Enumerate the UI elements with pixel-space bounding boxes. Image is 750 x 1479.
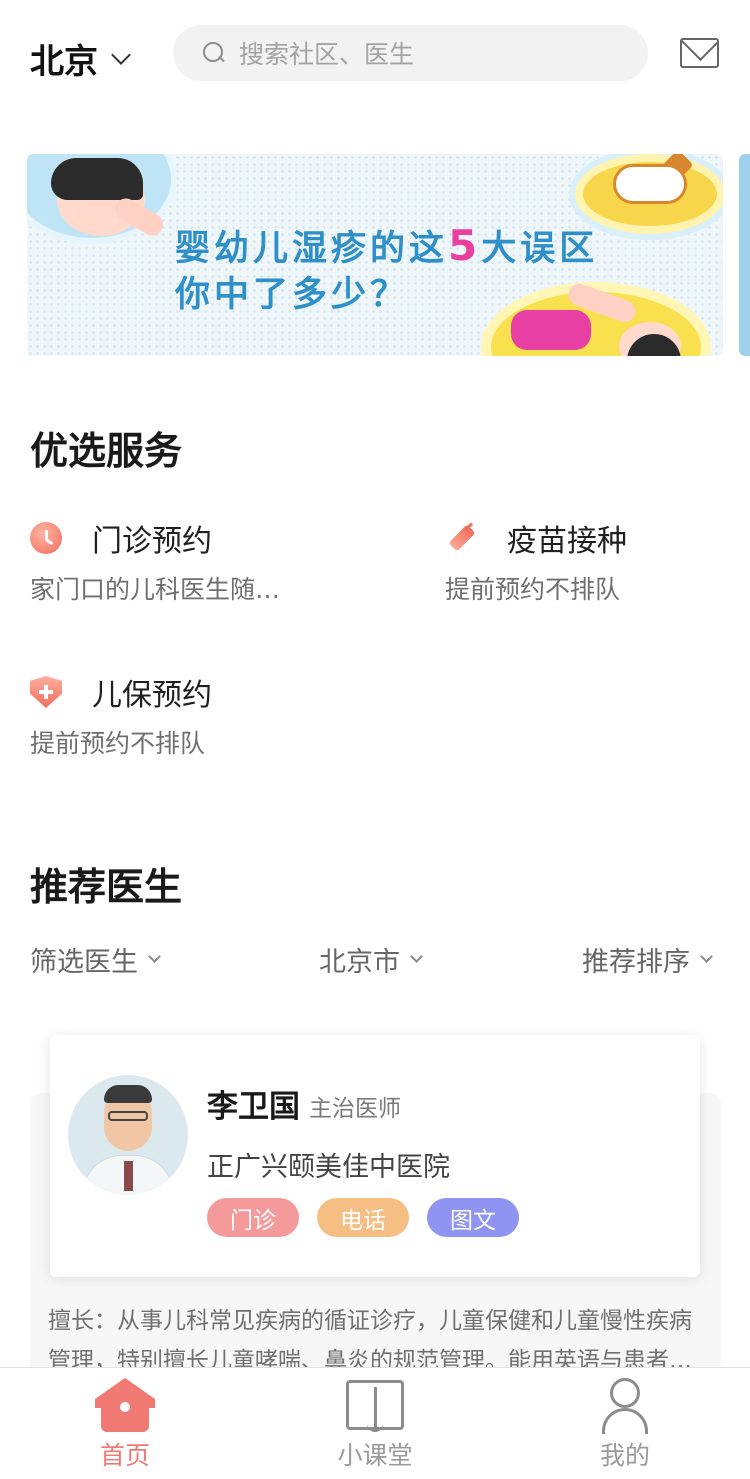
chevron-down-icon (148, 950, 161, 963)
book-icon (346, 1380, 404, 1432)
tab-label: 小课堂 (337, 1441, 413, 1470)
doctor-card[interactable]: 李卫国 主治医师 正广兴颐美佳中医院 门诊 电话 图文 (50, 1035, 700, 1277)
filter-label: 推荐排序 (582, 947, 690, 978)
home-icon (95, 1378, 155, 1432)
tab-profile[interactable]: 我的 (500, 1368, 750, 1479)
section-title-services: 优选服务 (30, 429, 183, 473)
sort-dropdown[interactable]: 推荐排序 (582, 940, 713, 979)
tag-outpatient[interactable]: 门诊 (207, 1198, 299, 1237)
shield-plus-icon (30, 676, 62, 708)
banner-subheadline: 你中了多少？ (175, 275, 410, 315)
service-desc: 提前预约不排队 (445, 575, 621, 604)
chevron-down-icon (700, 950, 713, 963)
section-title-doctors: 推荐医生 (30, 865, 183, 909)
filter-label: 北京市 (319, 947, 400, 978)
doctor-hospital: 正广兴颐美佳中医院 (207, 1152, 450, 1183)
service-name: 儿保预约 (92, 678, 212, 713)
service-desc: 提前预约不排队 (30, 729, 206, 758)
tag-text-consult[interactable]: 图文 (427, 1198, 519, 1237)
doctor-avatar (68, 1075, 188, 1195)
service-child-health-appointment[interactable]: 儿保预约 提前预约不排队 (30, 670, 390, 770)
user-body (602, 1408, 648, 1434)
baby-illustration (511, 310, 591, 350)
doctor-name: 李卫国 (207, 1089, 300, 1125)
tab-home[interactable]: 首页 (0, 1368, 250, 1479)
filter-region-dropdown[interactable]: 北京市 (319, 940, 423, 979)
banner-headline-part: 大误区 (481, 229, 599, 269)
doctor-specialty: 擅长：从事儿科常见疾病的循证诊疗，儿童保健和儿童慢性疾病管理，特别擅长儿童哮喘、… (48, 1308, 692, 1371)
bottom-tab-bar: 首页 小课堂 我的 (0, 1367, 750, 1479)
banner-headline: 婴幼儿湿疹的这5大误区 (175, 220, 598, 271)
user-head (610, 1378, 640, 1408)
filter-doctors-dropdown[interactable]: 筛选医生 (30, 940, 161, 979)
clock-icon (30, 522, 62, 554)
banner-headline-part: 婴幼儿湿疹的这 (175, 229, 449, 269)
service-name: 疫苗接种 (507, 524, 627, 559)
service-desc: 家门口的儿科医生随… (30, 575, 281, 604)
next-banner-peek[interactable] (739, 154, 750, 356)
doctor-title: 主治医师 (309, 1096, 401, 1122)
avatar-hair (104, 1085, 152, 1103)
avatar-glasses (108, 1111, 148, 1121)
service-outpatient-appointment[interactable]: 门诊预约 家门口的儿科医生随… (30, 516, 390, 616)
search-input[interactable]: 搜索社区、医生 (173, 25, 648, 81)
search-placeholder: 搜索社区、医生 (239, 40, 415, 69)
tab-label: 首页 (99, 1441, 150, 1470)
home-dot (120, 1402, 130, 1412)
syringe-icon (445, 522, 477, 554)
baby-hair (51, 158, 143, 200)
promo-banner[interactable]: 婴幼儿湿疹的这5大误区 你中了多少？ (27, 154, 723, 356)
mail-icon[interactable] (680, 38, 719, 68)
tag-phone[interactable]: 电话 (317, 1198, 409, 1237)
service-name: 门诊预约 (92, 524, 212, 559)
tab-classroom[interactable]: 小课堂 (250, 1368, 500, 1479)
filter-label: 筛选医生 (30, 947, 138, 978)
chevron-down-icon (410, 950, 423, 963)
dog-illustration (613, 164, 687, 204)
user-icon (600, 1378, 650, 1434)
chevron-down-icon (111, 44, 131, 65)
top-bar: 北京 搜索社区、医生 (0, 0, 750, 110)
city-label: 北京 (30, 42, 98, 82)
banner-highlight: 5 (448, 221, 482, 270)
avatar-tie (124, 1161, 133, 1191)
service-vaccination[interactable]: 疫苗接种 提前预约不排队 (445, 516, 725, 616)
search-icon (203, 42, 225, 64)
tab-label: 我的 (599, 1441, 650, 1470)
city-selector[interactable]: 北京 (30, 34, 131, 83)
